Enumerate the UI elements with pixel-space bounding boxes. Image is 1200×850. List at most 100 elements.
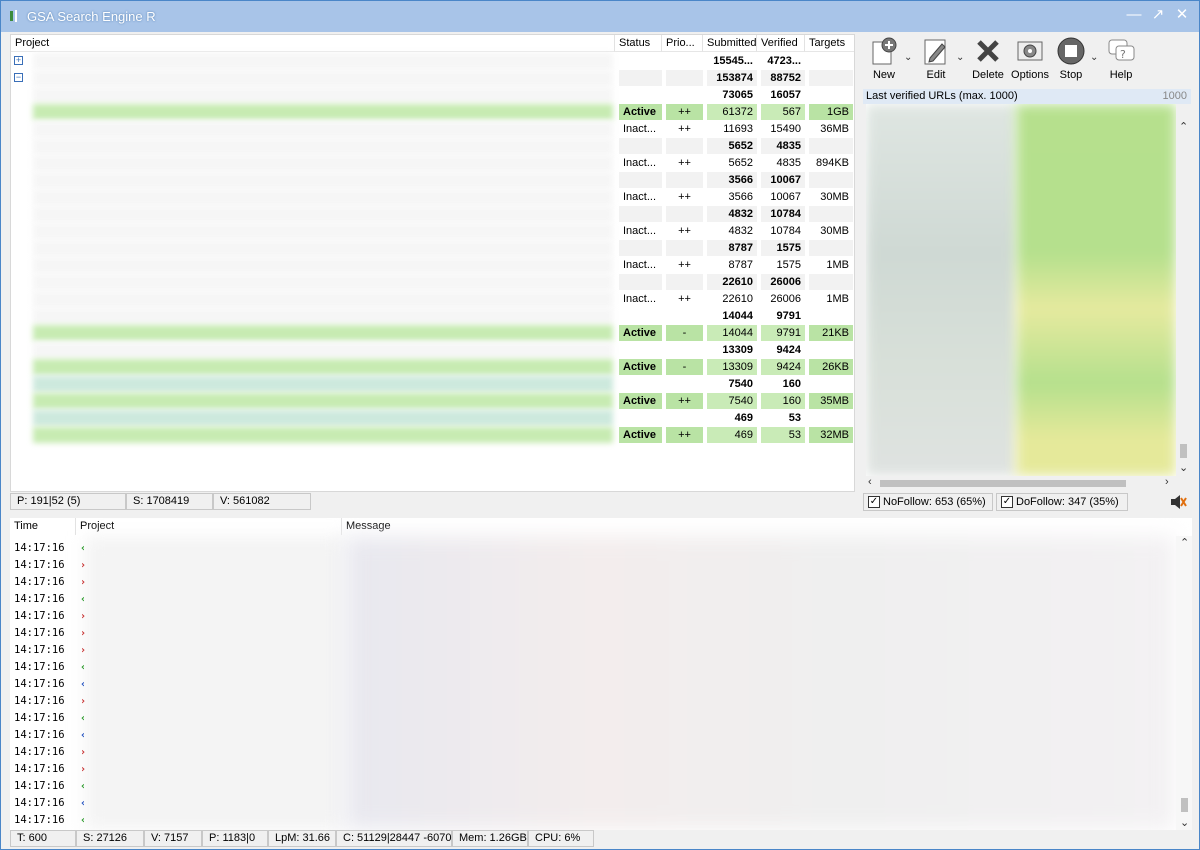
table-row[interactable]: Active ++ 61372 567 1GB [11,104,854,121]
dofollow-checkbox[interactable]: ✓ DoFollow: 347 (35%) [996,493,1128,511]
scroll-up-icon[interactable]: ⌃ [1179,120,1188,133]
status-cell [619,410,662,426]
options-button[interactable]: Options [1010,36,1050,81]
submitted-cell: 4832 [707,206,757,222]
blurred-log-message [345,536,1175,830]
log-row[interactable]: 14:17:16 ‹ [10,540,90,557]
col-header-status[interactable]: Status [615,35,662,52]
table-row[interactable]: Inact... ++ 11693 15490 36MB [11,121,854,138]
log-row[interactable]: 14:17:16 ‹ [10,710,90,727]
log-row[interactable]: 14:17:16 › [10,642,90,659]
table-row[interactable]: Inact... ++ 22610 26006 1MB [11,291,854,308]
log-row[interactable]: 14:17:16 ‹ [10,591,90,608]
options-gear-icon [1017,41,1043,61]
nofollow-checkbox[interactable]: ✓ NoFollow: 653 (65%) [863,493,993,511]
log-row[interactable]: 14:17:16 › [10,693,90,710]
log-time: 14:17:16 [14,780,65,792]
verified-urls-vscrollbar[interactable]: ⌃ ⌄ [1176,118,1191,476]
table-row[interactable]: 5652 4835 [11,138,854,155]
minimize-icon[interactable]: — [1123,6,1145,26]
log-scroll-up-icon[interactable]: ⌃ [1180,536,1189,549]
log-row[interactable]: 14:17:16 ‹ [10,778,90,795]
table-row[interactable]: Inact... ++ 3566 10067 30MB [11,189,854,206]
log-vscroll-thumb[interactable] [1181,798,1188,812]
table-row[interactable]: Active -13309 9424 26KB [11,359,854,376]
collapse-minus-icon[interactable]: − [14,73,23,82]
table-row[interactable]: 14044 9791 [11,308,854,325]
targets-cell [809,172,853,188]
new-dropdown-icon[interactable]: ⌄ [904,52,912,63]
maximize-icon[interactable]: ↗ [1147,6,1169,26]
log-row[interactable]: 14:17:16 › [10,608,90,625]
col-header-project[interactable]: Project [11,35,615,52]
table-row[interactable]: Inact... ++ 8787 1575 1MB [11,257,854,274]
blurred-project-name [33,104,613,120]
table-row[interactable]: 3566 10067 [11,172,854,189]
status-log-verified: V: 7157 [144,830,202,847]
expand-plus-icon[interactable]: + [14,56,23,65]
log-row[interactable]: 14:17:16 › [10,557,90,574]
stop-button[interactable]: Stop [1054,36,1088,81]
col-header-submitted[interactable]: Submitted [703,35,757,52]
log-row[interactable]: 14:17:16 ‹ [10,676,90,693]
title-bar[interactable]: GSA Search Engine R — ↗ ✕ [1,1,1199,32]
help-button[interactable]: ? Help [1104,36,1138,81]
scroll-right-icon[interactable]: › [1165,476,1169,488]
hscroll-thumb[interactable] [880,480,1126,487]
log-row[interactable]: 14:17:16 › [10,625,90,642]
scroll-down-icon[interactable]: ⌄ [1179,461,1188,474]
table-row[interactable]: 4832 10784 [11,206,854,223]
close-icon[interactable]: ✕ [1171,6,1193,26]
table-row[interactable]: 13309 9424 [11,342,854,359]
log-row[interactable]: 14:17:16 ‹ [10,659,90,676]
log-col-project[interactable]: Project [76,518,342,535]
log-row[interactable]: 14:17:16 › [10,744,90,761]
targets-cell [809,376,853,392]
table-row[interactable]: 22610 26006 [11,274,854,291]
col-header-priority[interactable]: Prio... [662,35,703,52]
scroll-left-icon[interactable]: ‹ [868,476,872,488]
verified-cell: 26006 [761,274,805,290]
verified-urls-list[interactable] [866,104,1176,476]
table-row[interactable]: Inact... ++ 4832 10784 30MB [11,223,854,240]
table-row[interactable]: Active -14044 9791 21KB [11,325,854,342]
sound-muted-icon[interactable] [1169,494,1187,510]
log-row[interactable]: 14:17:16 ‹ [10,795,90,812]
stop-dropdown-icon[interactable]: ⌄ [1090,52,1098,63]
table-row[interactable]: 8787 1575 [11,240,854,257]
log-time: 14:17:16 [14,695,65,707]
log-col-message[interactable]: Message [342,518,1192,535]
log-row[interactable]: 14:17:16 › [10,761,90,778]
targets-cell: 1MB [826,259,849,271]
table-row[interactable]: 7540 160 [11,376,854,393]
table-row[interactable]: 469 53 [11,410,854,427]
table-row[interactable]: 73065 16057 [11,87,854,104]
table-row[interactable]: 15545... 4723... [11,53,854,70]
table-row[interactable]: Active ++ 469 53 32MB [11,427,854,444]
project-grid[interactable]: Project Status Prio... Submitted Verifie… [10,34,855,492]
submitted-cell: 61372 [707,104,757,120]
table-row[interactable]: 153874 88752 [11,70,854,87]
edit-button[interactable]: Edit [918,36,954,81]
new-button[interactable]: New [866,36,902,81]
verified-urls-hscrollbar[interactable]: ‹ › [866,476,1176,491]
col-header-verified[interactable]: Verified [757,35,805,52]
table-row[interactable]: Active ++ 7540 160 35MB [11,393,854,410]
blurred-project-name [33,206,613,222]
main-window: GSA Search Engine R — ↗ ✕ Project Status… [0,0,1200,850]
vscroll-thumb[interactable] [1180,444,1187,458]
priority-cell [666,274,703,290]
log-scroll-down-icon[interactable]: ⌄ [1180,816,1189,829]
submitted-cell: 15545... [713,55,753,67]
log-row[interactable]: 14:17:16 ‹ [10,812,90,829]
col-header-targets[interactable]: Targets [805,35,854,52]
edit-dropdown-icon[interactable]: ⌄ [956,52,964,63]
log-row[interactable]: 14:17:16 ‹ [10,727,90,744]
log-panel[interactable]: Time Project Message 14:17:16 ‹ 14:17:16 › 1… [10,518,1192,830]
log-col-time[interactable]: Time [10,518,76,535]
table-row[interactable]: Inact... ++ 5652 4835 894KB [11,155,854,172]
log-vscrollbar[interactable]: ⌃ ⌄ [1176,536,1192,830]
priority-cell: ++ [678,225,691,237]
delete-button[interactable]: Delete [970,36,1006,81]
log-row[interactable]: 14:17:16 › [10,574,90,591]
